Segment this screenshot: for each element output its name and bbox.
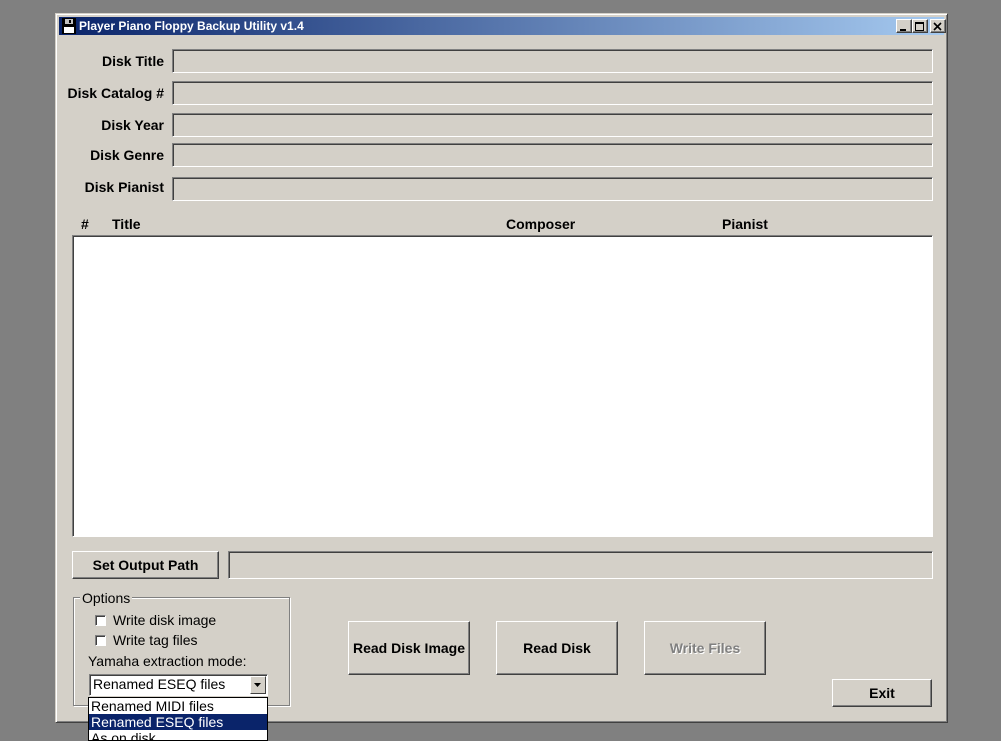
disk-genre-field[interactable] — [172, 143, 933, 167]
track-list[interactable] — [72, 235, 933, 537]
write-tag-files-checkbox[interactable] — [95, 635, 106, 646]
exit-label: Exit — [869, 685, 895, 701]
main-window: Player Piano Floppy Backup Utility v1.4 … — [55, 13, 948, 723]
dropdown-option-eseq[interactable]: Renamed ESEQ files — [89, 714, 267, 730]
minimize-button[interactable] — [896, 19, 912, 33]
write-disk-image-checkbox[interactable] — [95, 615, 106, 626]
column-header-title[interactable]: Title — [112, 215, 141, 233]
disk-year-field[interactable] — [172, 113, 933, 137]
close-button[interactable] — [930, 19, 946, 33]
write-files-button[interactable]: Write Files — [644, 621, 766, 675]
disk-title-label: Disk Title — [102, 53, 164, 69]
set-output-path-label: Set Output Path — [92, 557, 199, 573]
extraction-mode-dropdown-list: Renamed MIDI files Renamed ESEQ files As… — [88, 697, 268, 741]
column-header-number[interactable]: # — [81, 215, 89, 233]
disk-title-field[interactable] — [172, 49, 933, 73]
extraction-mode-select[interactable]: Renamed ESEQ files — [89, 674, 268, 696]
disk-genre-label: Disk Genre — [90, 147, 164, 163]
title-bar: Player Piano Floppy Backup Utility v1.4 — [59, 17, 946, 35]
close-icon — [933, 22, 942, 31]
dropdown-arrow-button[interactable] — [250, 676, 266, 694]
write-files-label: Write Files — [669, 640, 741, 656]
disk-pianist-field[interactable] — [172, 177, 933, 201]
read-disk-image-button[interactable]: Read Disk Image — [348, 621, 470, 675]
exit-button[interactable]: Exit — [832, 679, 932, 707]
floppy-disk-icon — [62, 18, 76, 34]
disk-pianist-label: Disk Pianist — [84, 179, 164, 195]
chevron-down-icon — [254, 682, 261, 687]
set-output-path-button[interactable]: Set Output Path — [72, 551, 219, 579]
extraction-mode-value: Renamed ESEQ files — [93, 676, 226, 692]
maximize-icon — [915, 22, 924, 31]
output-path-field[interactable] — [228, 551, 933, 579]
write-disk-image-label[interactable]: Write disk image — [113, 612, 216, 628]
disk-year-label: Disk Year — [101, 117, 164, 133]
column-header-pianist[interactable]: Pianist — [722, 215, 768, 233]
disk-catalog-field[interactable] — [172, 81, 933, 105]
read-disk-button[interactable]: Read Disk — [496, 621, 618, 675]
dropdown-option-midi[interactable]: Renamed MIDI files — [89, 698, 267, 714]
maximize-button[interactable] — [912, 19, 928, 33]
read-disk-image-label: Read Disk Image — [352, 640, 466, 656]
read-disk-label: Read Disk — [523, 640, 591, 656]
write-tag-files-label[interactable]: Write tag files — [113, 632, 198, 648]
extraction-mode-label: Yamaha extraction mode: — [88, 653, 247, 669]
window-title: Player Piano Floppy Backup Utility v1.4 — [79, 19, 304, 33]
column-header-composer[interactable]: Composer — [506, 215, 575, 233]
disk-catalog-label: Disk Catalog # — [67, 85, 164, 101]
minimize-icon — [900, 29, 906, 31]
options-legend: Options — [80, 590, 133, 606]
dropdown-option-as-on-disk[interactable]: As on disk — [89, 730, 267, 740]
